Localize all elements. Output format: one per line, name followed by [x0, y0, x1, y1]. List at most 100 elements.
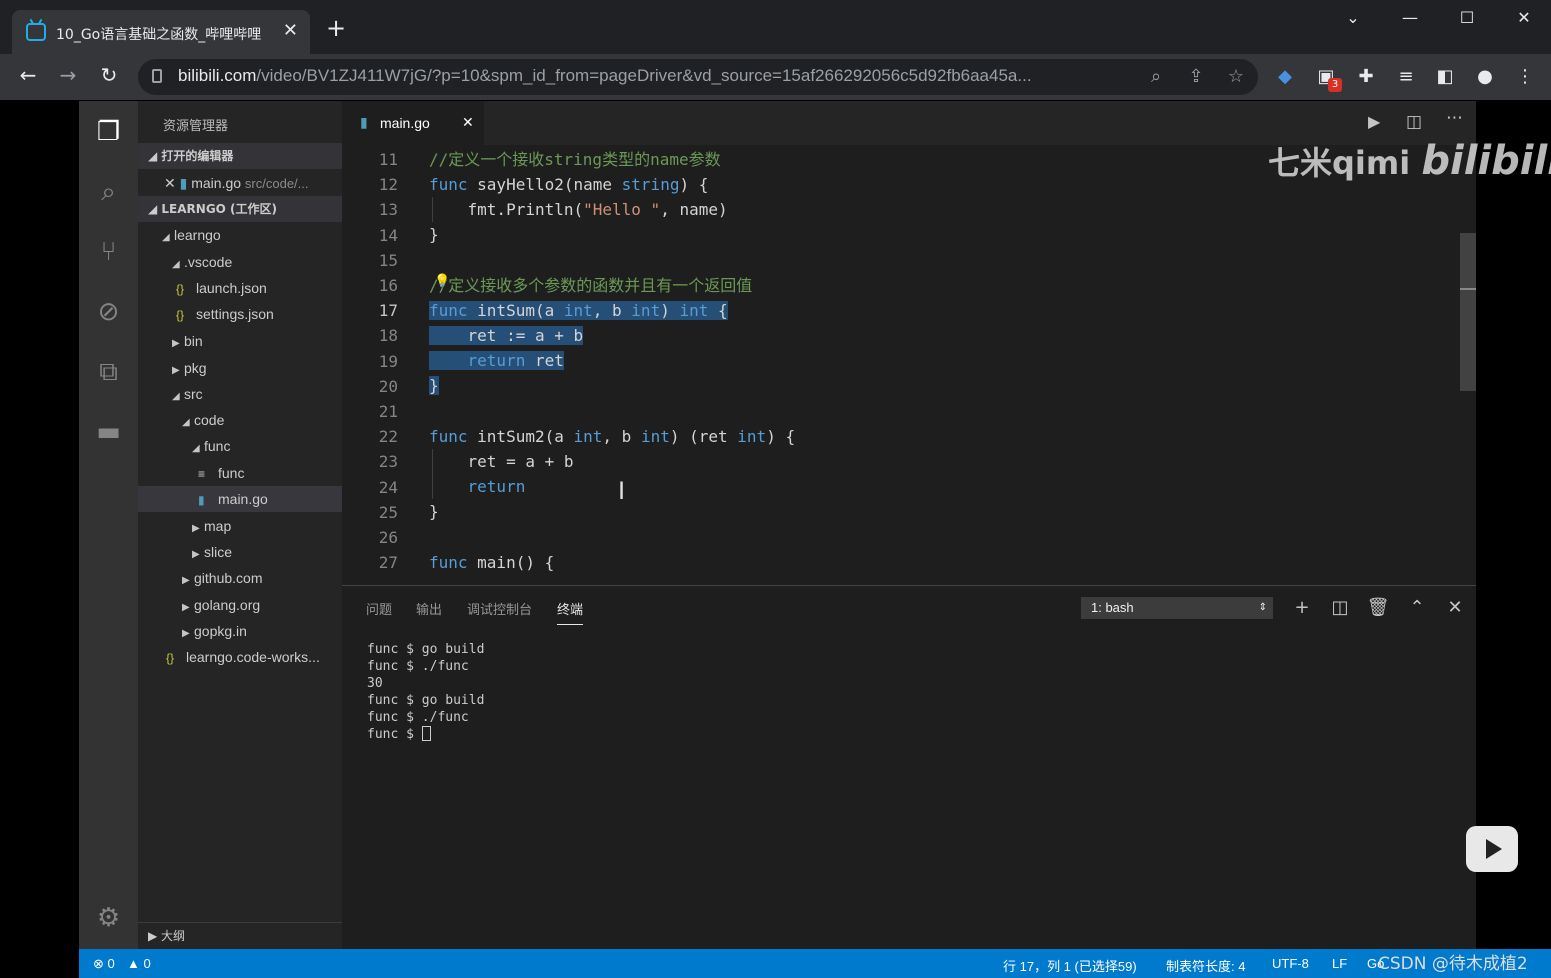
open-editors-header[interactable]: ◢ 打开的编辑器	[138, 143, 342, 169]
line-number: 27	[378, 553, 398, 573]
open-editor-item[interactable]: ✕ ▮ main.go src/code/...	[138, 170, 342, 196]
editor-tab-main-go[interactable]: ▮ main.go ✕	[342, 101, 484, 145]
run-icon[interactable]: ▶	[1368, 112, 1380, 131]
reload-button[interactable]: ↻	[95, 63, 123, 87]
back-button[interactable]: ←	[14, 63, 42, 87]
tab-terminal[interactable]: 终端	[557, 599, 584, 625]
tree-folder-github[interactable]: ▶ github.com	[138, 565, 342, 591]
lock-icon[interactable]	[152, 69, 162, 83]
close-editor-icon[interactable]: ✕	[164, 175, 180, 191]
tree-folder-bin[interactable]: ▶ bin	[138, 328, 342, 354]
zoom-icon[interactable]: ⌕	[1144, 66, 1168, 87]
code-line-27[interactable]: func main() {	[429, 550, 554, 575]
browser-tab[interactable]: 10_Go语言基础之函数_哔哩哔哩 ✕	[12, 10, 310, 54]
new-terminal-icon[interactable]: +	[1290, 597, 1314, 618]
code-line-23[interactable]: ret = a + b	[429, 449, 574, 474]
code-line-12[interactable]: func sayHello2(name string) {	[429, 172, 708, 197]
media-control-icon[interactable]: ≡	[1393, 66, 1419, 87]
code-line-25[interactable]: }	[429, 499, 439, 524]
extensions-icon[interactable]: ⧉	[79, 352, 138, 392]
tab-size[interactable]: 制表符长度: 4	[1166, 956, 1245, 975]
tab-title: 10_Go语言基础之函数_哔哩哔哩	[56, 27, 262, 43]
line-number: 19	[378, 351, 398, 371]
extension-diamond-icon[interactable]: ◆	[1272, 66, 1298, 87]
close-panel-icon[interactable]: ✕	[1443, 597, 1467, 618]
line-ending[interactable]: LF	[1332, 956, 1347, 971]
errors-indicator[interactable]: ⊗ 0	[93, 956, 115, 972]
url-text[interactable]: bilibili.com/video/BV1ZJ411W7jG/?p=10&sp…	[178, 66, 1178, 86]
code-line-20[interactable]: }	[429, 373, 439, 398]
code-line-14[interactable]: }	[429, 222, 439, 247]
side-panel-icon[interactable]: ◧	[1432, 66, 1458, 87]
bilibili-tv-icon	[26, 23, 46, 41]
code-line-16[interactable]: //定义接收多个参数的函数并且有一个返回值	[429, 273, 752, 298]
terminal-prompt[interactable]: func $	[367, 726, 431, 743]
code-line-11[interactable]: //定义一个接收string类型的name参数	[429, 147, 721, 172]
debug-icon[interactable]: ⊘	[79, 292, 138, 332]
tree-file-settings-json[interactable]: {} settings.json	[138, 301, 342, 327]
cursor-position[interactable]: 行 17，列 1 (已选择59)	[1003, 956, 1137, 975]
tree-file-func[interactable]: ≡ func	[138, 460, 342, 486]
terminal-cursor	[421, 726, 431, 741]
settings-gear-icon[interactable]: ⚙	[79, 898, 138, 938]
tree-file-launch-json[interactable]: {} launch.json	[138, 275, 342, 301]
outline-header[interactable]: ▶ 大纲	[138, 922, 342, 948]
maximize-button[interactable]: ☐	[1447, 8, 1487, 27]
tab-search-icon[interactable]: ⌄	[1333, 8, 1373, 27]
forward-button[interactable]: →	[54, 63, 82, 87]
share-icon[interactable]: ⇪	[1184, 66, 1208, 87]
go-file-icon: ▮	[360, 114, 368, 130]
tree-folder-pkg[interactable]: ▶ pkg	[138, 355, 342, 381]
tree-folder-code[interactable]: ◢ code	[138, 407, 342, 433]
code-line-24[interactable]: return	[429, 474, 526, 499]
puzzle-icon[interactable]: ✚	[1353, 66, 1379, 87]
terminal-select[interactable]: 1: bash ⇕	[1081, 597, 1273, 619]
close-tab-icon[interactable]: ✕	[283, 20, 298, 41]
more-actions-icon[interactable]: ⋯	[1446, 108, 1463, 128]
code-line-13[interactable]: fmt.Println("Hello ", name)	[429, 197, 728, 222]
explorer-icon[interactable]: ❐	[79, 112, 138, 152]
line-number: 21	[378, 402, 398, 421]
lightbulb-icon[interactable]: 💡	[434, 274, 450, 289]
kill-terminal-icon[interactable]: 🗑	[1366, 597, 1390, 618]
new-tab-button[interactable]: +	[326, 16, 346, 40]
tree-folder-func[interactable]: ◢ func	[138, 433, 342, 459]
encoding[interactable]: UTF-8	[1272, 956, 1309, 971]
code-line-22[interactable]: func intSum2(a int, b int) (ret int) {	[429, 424, 795, 449]
tab-problems[interactable]: 问题	[366, 599, 392, 618]
tab-debug-console[interactable]: 调试控制台	[467, 599, 532, 618]
line-number: 22	[378, 427, 398, 447]
tree-folder-learngo[interactable]: ◢ learngo	[138, 222, 342, 248]
tree-folder-gopkg[interactable]: ▶ gopkg.in	[138, 618, 342, 644]
search-icon[interactable]: ⌕	[79, 172, 138, 212]
code-line-19[interactable]: return ret	[429, 348, 564, 373]
tree-folder-src[interactable]: ◢ src	[138, 381, 342, 407]
tree-folder-map[interactable]: ▶ map	[138, 513, 342, 539]
warnings-indicator[interactable]: ▲ 0	[127, 956, 151, 971]
code-line-17[interactable]: func intSum(a int, b int) int {	[429, 298, 728, 323]
tree-file-workspace[interactable]: {} learngo.code-works...	[138, 644, 342, 670]
close-window-button[interactable]: ✕	[1504, 8, 1544, 27]
tree-file-main-go[interactable]: ▮ main.go	[138, 486, 342, 512]
source-control-icon[interactable]: ⑂	[79, 232, 138, 272]
code-line-18[interactable]: ret := a + b	[429, 323, 584, 348]
profile-icon[interactable]: ●	[1472, 66, 1498, 87]
address-bar[interactable]: bilibili.com/video/BV1ZJ411W7jG/?p=10&sp…	[138, 59, 1258, 95]
minimize-button[interactable]: —	[1390, 8, 1430, 27]
split-terminal-icon[interactable]: ◫	[1328, 597, 1352, 618]
tree-folder-golang[interactable]: ▶ golang.org	[138, 592, 342, 618]
folder-icon[interactable]: ▬	[79, 412, 138, 452]
workspace-header[interactable]: ◢ LEARNGO (工作区)	[138, 196, 342, 222]
bilibili-play-icon[interactable]	[1466, 826, 1518, 872]
close-tab-icon[interactable]: ✕	[462, 114, 474, 131]
editor-scrollbar[interactable]	[1460, 233, 1476, 391]
maximize-panel-icon[interactable]: ⌃	[1405, 597, 1429, 618]
tab-output[interactable]: 输出	[416, 599, 442, 618]
status-bar: ⊗ 0 ▲ 0 行 17，列 1 (已选择59) 制表符长度: 4 UTF-8 …	[79, 949, 1551, 978]
bookmark-star-icon[interactable]: ☆	[1224, 66, 1248, 87]
tree-folder-vscode[interactable]: ◢ .vscode	[138, 249, 342, 275]
tree-folder-slice[interactable]: ▶ slice	[138, 539, 342, 565]
menu-icon[interactable]: ⋮	[1512, 66, 1538, 87]
line-number: 26	[378, 528, 398, 547]
split-editor-icon[interactable]: ◫	[1406, 112, 1422, 132]
